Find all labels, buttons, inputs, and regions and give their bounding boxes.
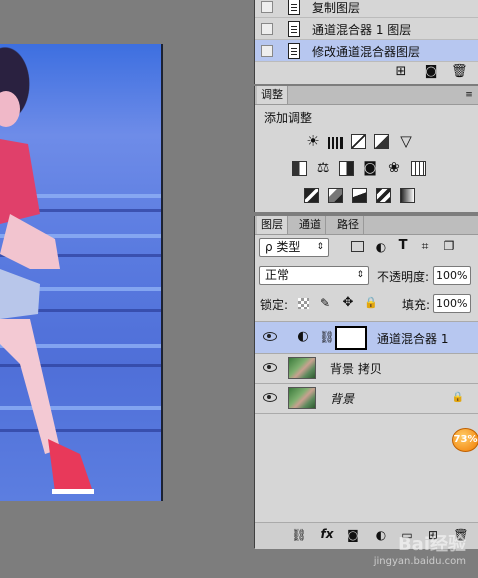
trash-icon[interactable]: 🗑 (451, 64, 468, 80)
layers-panel: 图层 通道 路径 ρ 类型 ⇕ ◐ T ⌗ ❐ 正常 ⇕ 不透明度: 100% … (254, 216, 478, 549)
black-white-icon[interactable] (339, 161, 354, 176)
list-item[interactable]: 复制图层 (255, 0, 478, 18)
lock-paint-icon[interactable]: ✎ (317, 295, 333, 311)
fx-icon[interactable]: fx (317, 526, 337, 542)
tab-layers[interactable]: 图层 (257, 216, 288, 234)
adjustments-panel: 调整 ≡ 添加调整 ☀ ▽ ⚖ ◙ ❀ (254, 86, 478, 212)
color-lookup-icon[interactable] (411, 161, 426, 176)
curves-icon[interactable] (351, 134, 366, 149)
eye-icon[interactable] (263, 332, 277, 341)
list-item[interactable]: 修改通道混合器图层 (255, 40, 478, 62)
layer-name: 背景 拷贝 (330, 362, 382, 376)
layer-name: 通道混合器 1 (377, 332, 449, 346)
blend-mode-value: 正常 (265, 268, 290, 282)
document-icon (288, 43, 300, 59)
photo-filter-icon[interactable]: ◙ (362, 160, 378, 176)
new-layer-icon[interactable]: ⊞ (393, 64, 409, 80)
opacity-label: 不透明度: (377, 270, 430, 284)
layer-name: 背景 (330, 392, 355, 406)
progress-badge: 73% (452, 428, 478, 452)
gradient-map-icon[interactable] (400, 188, 415, 203)
blend-mode-select[interactable]: 正常 ⇕ (259, 266, 369, 285)
fill-input[interactable]: 100% (433, 294, 471, 313)
watermark: Bai经验 (397, 534, 466, 555)
layer-filter-select[interactable]: ρ 类型 ⇕ (259, 238, 329, 257)
list-item-label: 修改通道混合器图层 (312, 45, 421, 59)
layer-comps-panel: 复制图层 通道混合器 1 图层 修改通道混合器图层 ⊞ ◙ 🗑 (254, 0, 478, 84)
document-icon (288, 0, 300, 15)
select-arrow-icon: ⇕ (356, 270, 364, 280)
select-arrow-icon: ⇕ (316, 242, 324, 252)
hue-saturation-icon[interactable] (292, 161, 307, 176)
lock-label: 锁定: (260, 298, 289, 312)
eye-icon[interactable] (263, 393, 277, 402)
row-checkbox[interactable] (261, 1, 273, 13)
threshold-icon[interactable] (352, 188, 367, 203)
adjustments-heading: 添加调整 (264, 111, 313, 125)
panel-menu-icon[interactable]: ≡ (461, 87, 477, 103)
add-mask-icon[interactable]: ◙ (345, 527, 361, 543)
list-item-label: 通道混合器 1 图层 (312, 23, 412, 37)
channel-mixer-icon[interactable]: ❀ (386, 160, 402, 176)
lock-transparent-icon[interactable] (298, 298, 309, 309)
list-item[interactable]: 通道混合器 1 图层 (255, 18, 478, 40)
eye-icon[interactable] (263, 363, 277, 372)
layer-mask-thumbnail[interactable] (335, 326, 367, 350)
posterize-icon[interactable] (328, 188, 343, 203)
filter-type-icon[interactable]: T (395, 238, 411, 254)
document-icon (288, 21, 300, 37)
filter-pixel-icon[interactable] (351, 241, 364, 252)
filter-shape-icon[interactable]: ⌗ (417, 238, 433, 254)
vibrance-icon[interactable]: ▽ (398, 133, 414, 149)
color-balance-icon[interactable]: ⚖ (315, 160, 331, 176)
fill-label: 填充: (402, 298, 431, 312)
camera-icon[interactable]: ◙ (423, 64, 439, 80)
list-item-label: 复制图层 (312, 1, 361, 15)
row-checkbox[interactable] (261, 45, 273, 57)
watermark-url: jingyan.baidu.com (373, 556, 466, 567)
selective-color-icon[interactable] (376, 188, 391, 203)
adjustments-tabbar: 调整 ≡ (255, 86, 478, 105)
tab-paths[interactable]: 路径 (333, 216, 364, 234)
opacity-input[interactable]: 100% (433, 266, 471, 285)
layer-filter-label: ρ 类型 (265, 240, 301, 254)
exposure-icon[interactable] (374, 134, 389, 149)
new-adjustment-icon[interactable]: ◐ (373, 527, 389, 543)
document-canvas[interactable] (0, 44, 163, 501)
layer-thumbnail (288, 357, 316, 379)
tab-channels[interactable]: 通道 (295, 216, 326, 234)
layer-row[interactable]: 背景 拷贝 (255, 353, 478, 384)
layers-tabbar: 图层 通道 路径 (255, 216, 478, 235)
layer-thumbnail (288, 387, 316, 409)
adjustment-layer-icon: ◐ (297, 329, 309, 344)
photo-subject (0, 49, 94, 494)
tab-adjustments[interactable]: 调整 (257, 86, 288, 104)
lock-icon: 🔒 (451, 392, 465, 403)
link-layers-icon[interactable]: ⛓ (291, 527, 307, 543)
levels-icon[interactable] (328, 137, 343, 149)
invert-icon[interactable] (304, 188, 319, 203)
layer-row[interactable]: ◐ ⛓ 通道混合器 1 (255, 321, 478, 354)
lock-position-icon[interactable]: ✥ (340, 295, 356, 311)
lock-all-icon[interactable]: 🔒 (363, 295, 379, 311)
filter-adjustment-icon[interactable]: ◐ (373, 239, 389, 255)
layer-row[interactable]: 背景 🔒 (255, 383, 478, 414)
brightness-contrast-icon[interactable]: ☀ (305, 133, 321, 149)
row-checkbox[interactable] (261, 23, 273, 35)
link-icon[interactable]: ⛓ (319, 329, 335, 345)
filter-smart-object-icon[interactable]: ❐ (441, 238, 457, 254)
